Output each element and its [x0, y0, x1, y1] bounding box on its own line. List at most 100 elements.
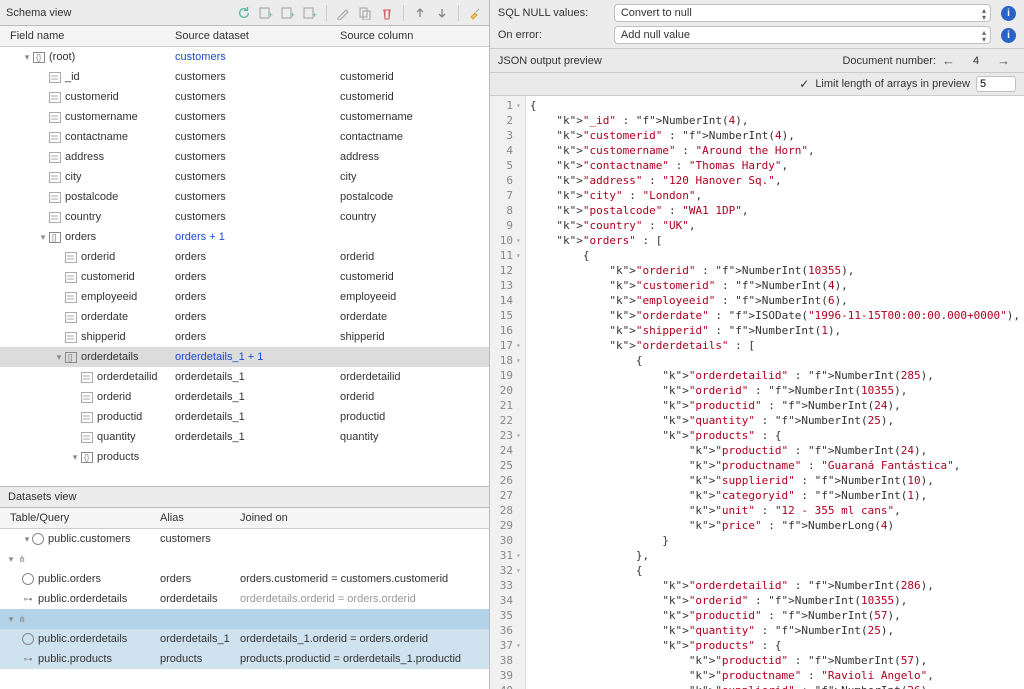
source-dataset: orderdetails_1 — [175, 371, 340, 383]
source-dataset[interactable]: orderdetails_1 + 1 — [175, 351, 340, 363]
limit-check-icon[interactable]: ✓ — [799, 77, 809, 91]
schema-tree[interactable]: ▾{}(root)customers_idcustomerscustomerid… — [0, 47, 489, 486]
expand-chevron-icon[interactable]: ▾ — [22, 534, 32, 545]
dataset-row[interactable]: public.orderdetailsorderdetails_1orderde… — [0, 629, 489, 649]
source-column: customerid — [340, 71, 489, 83]
dataset-row[interactable]: ▾⋔ — [0, 609, 489, 629]
dataset-joined: orderdetails.orderid = orders.orderid — [240, 593, 489, 605]
dataset-name: public.orders — [38, 573, 101, 585]
copy-icon[interactable] — [357, 5, 373, 21]
tree-row[interactable]: orderidorderdetails_1orderid — [0, 387, 489, 407]
null-values-select[interactable]: Convert to null ▴▾ — [614, 4, 991, 22]
source-dataset: customers — [175, 91, 340, 103]
dataset-row[interactable]: public.ordersordersorders.customerid = c… — [0, 569, 489, 589]
anchor-icon: ⋔ — [16, 613, 28, 625]
dataset-row[interactable]: ⊶public.orderdetailsorderdetailsorderdet… — [0, 589, 489, 609]
header-alias[interactable]: Alias — [160, 512, 240, 524]
next-document-button[interactable]: → — [991, 53, 1016, 68]
dataset-row[interactable]: ⊶public.productsproductsproducts.product… — [0, 649, 489, 669]
tree-row[interactable]: ▾{}(root)customers — [0, 47, 489, 67]
dataset-name: public.orderdetails — [38, 593, 127, 605]
object-icon: {} — [80, 451, 94, 463]
field-icon — [48, 171, 62, 183]
tree-row[interactable]: contactnamecustomerscontactname — [0, 127, 489, 147]
tree-row[interactable]: citycustomerscity — [0, 167, 489, 187]
field-name: productid — [97, 411, 142, 423]
source-column: country — [340, 211, 489, 223]
tree-row[interactable]: employeeidordersemployeeid — [0, 287, 489, 307]
field-icon — [80, 431, 94, 443]
field-name: orderid — [97, 391, 131, 403]
expand-chevron-icon[interactable]: ▾ — [54, 352, 64, 363]
source-column: customername — [340, 111, 489, 123]
edit-icon[interactable] — [335, 5, 351, 21]
tree-row[interactable]: customernamecustomerscustomername — [0, 107, 489, 127]
delete-icon[interactable] — [379, 5, 395, 21]
dataset-row[interactable]: ▾⋔ — [0, 549, 489, 569]
object-icon: {} — [32, 51, 46, 63]
source-dataset[interactable]: customers — [175, 51, 340, 63]
header-table-query[interactable]: Table/Query — [0, 512, 160, 524]
right-controls: SQL NULL values: Convert to null ▴▾ i On… — [490, 0, 1024, 48]
tree-row[interactable]: _idcustomerscustomerid — [0, 67, 489, 87]
add-object-icon[interactable]: + — [280, 5, 296, 21]
field-icon — [80, 391, 94, 403]
dataset-row[interactable]: ▾public.customerscustomers — [0, 529, 489, 549]
header-source-column[interactable]: Source column — [340, 30, 489, 42]
header-source-dataset[interactable]: Source dataset — [175, 30, 340, 42]
select-arrows-icon: ▴▾ — [982, 7, 986, 21]
tree-row[interactable]: ▾[]ordersorders + 1 — [0, 227, 489, 247]
field-icon — [48, 91, 62, 103]
move-up-icon[interactable] — [412, 5, 428, 21]
field-name: orderdetails — [81, 351, 138, 363]
tree-row[interactable]: customeridcustomerscustomerid — [0, 87, 489, 107]
source-column: quantity — [340, 431, 489, 443]
on-error-select[interactable]: Add null value ▴▾ — [614, 26, 991, 44]
expand-chevron-icon[interactable]: ▾ — [6, 614, 16, 625]
expand-chevron-icon[interactable]: ▾ — [38, 232, 48, 243]
info-icon[interactable]: i — [1001, 6, 1016, 21]
tree-row[interactable]: ▾[]orderdetailsorderdetails_1 + 1 — [0, 347, 489, 367]
datasets-tree[interactable]: ▾public.customerscustomers▾⋔public.order… — [0, 529, 489, 689]
add-column-icon[interactable]: + — [258, 5, 274, 21]
tree-row[interactable]: postalcodecustomerspostalcode — [0, 187, 489, 207]
tree-row[interactable]: quantityorderdetails_1quantity — [0, 427, 489, 447]
json-preview[interactable]: 1▾2 3 4 5 6 7 8 9 10▾11▾12 13 14 15 16 1… — [490, 96, 1024, 689]
add-array-icon[interactable]: + — [302, 5, 318, 21]
limit-input[interactable] — [976, 76, 1016, 92]
info-icon[interactable]: i — [1001, 28, 1016, 43]
expand-chevron-icon[interactable]: ▾ — [70, 452, 80, 463]
tree-row[interactable]: orderidordersorderid — [0, 247, 489, 267]
header-joined-on[interactable]: Joined on — [240, 512, 489, 524]
tree-row[interactable]: addresscustomersaddress — [0, 147, 489, 167]
tree-row[interactable]: shipperidordersshipperid — [0, 327, 489, 347]
expand-chevron-icon[interactable]: ▾ — [22, 52, 32, 63]
source-dataset: orderdetails_1 — [175, 391, 340, 403]
header-field-name[interactable]: Field name — [0, 30, 175, 42]
tree-row[interactable]: orderdetailidorderdetails_1orderdetailid — [0, 367, 489, 387]
table-icon — [22, 633, 34, 645]
select-arrows-icon: ▴▾ — [982, 29, 986, 43]
field-name: customerid — [81, 271, 135, 283]
dataset-name: public.orderdetails — [38, 633, 127, 645]
tree-row[interactable]: customeridorderscustomerid — [0, 267, 489, 287]
source-dataset[interactable]: orders + 1 — [175, 231, 340, 243]
source-dataset: customers — [175, 111, 340, 123]
tree-row[interactable]: ▾{}products — [0, 447, 489, 467]
move-down-icon[interactable] — [434, 5, 450, 21]
source-dataset: orders — [175, 251, 340, 263]
brush-icon[interactable] — [467, 5, 483, 21]
field-icon — [48, 111, 62, 123]
svg-text:[]: [] — [52, 233, 56, 242]
tree-row[interactable]: productidorderdetails_1productid — [0, 407, 489, 427]
prev-document-button[interactable]: ← — [936, 53, 961, 68]
source-column: orderid — [340, 391, 489, 403]
right-panel: SQL NULL values: Convert to null ▴▾ i On… — [490, 0, 1024, 689]
svg-text:+: + — [290, 10, 295, 20]
expand-chevron-icon[interactable]: ▾ — [6, 554, 16, 565]
table-icon — [32, 533, 44, 545]
tree-row[interactable]: countrycustomerscountry — [0, 207, 489, 227]
field-icon — [48, 71, 62, 83]
refresh-icon[interactable] — [236, 5, 252, 21]
tree-row[interactable]: orderdateordersorderdate — [0, 307, 489, 327]
